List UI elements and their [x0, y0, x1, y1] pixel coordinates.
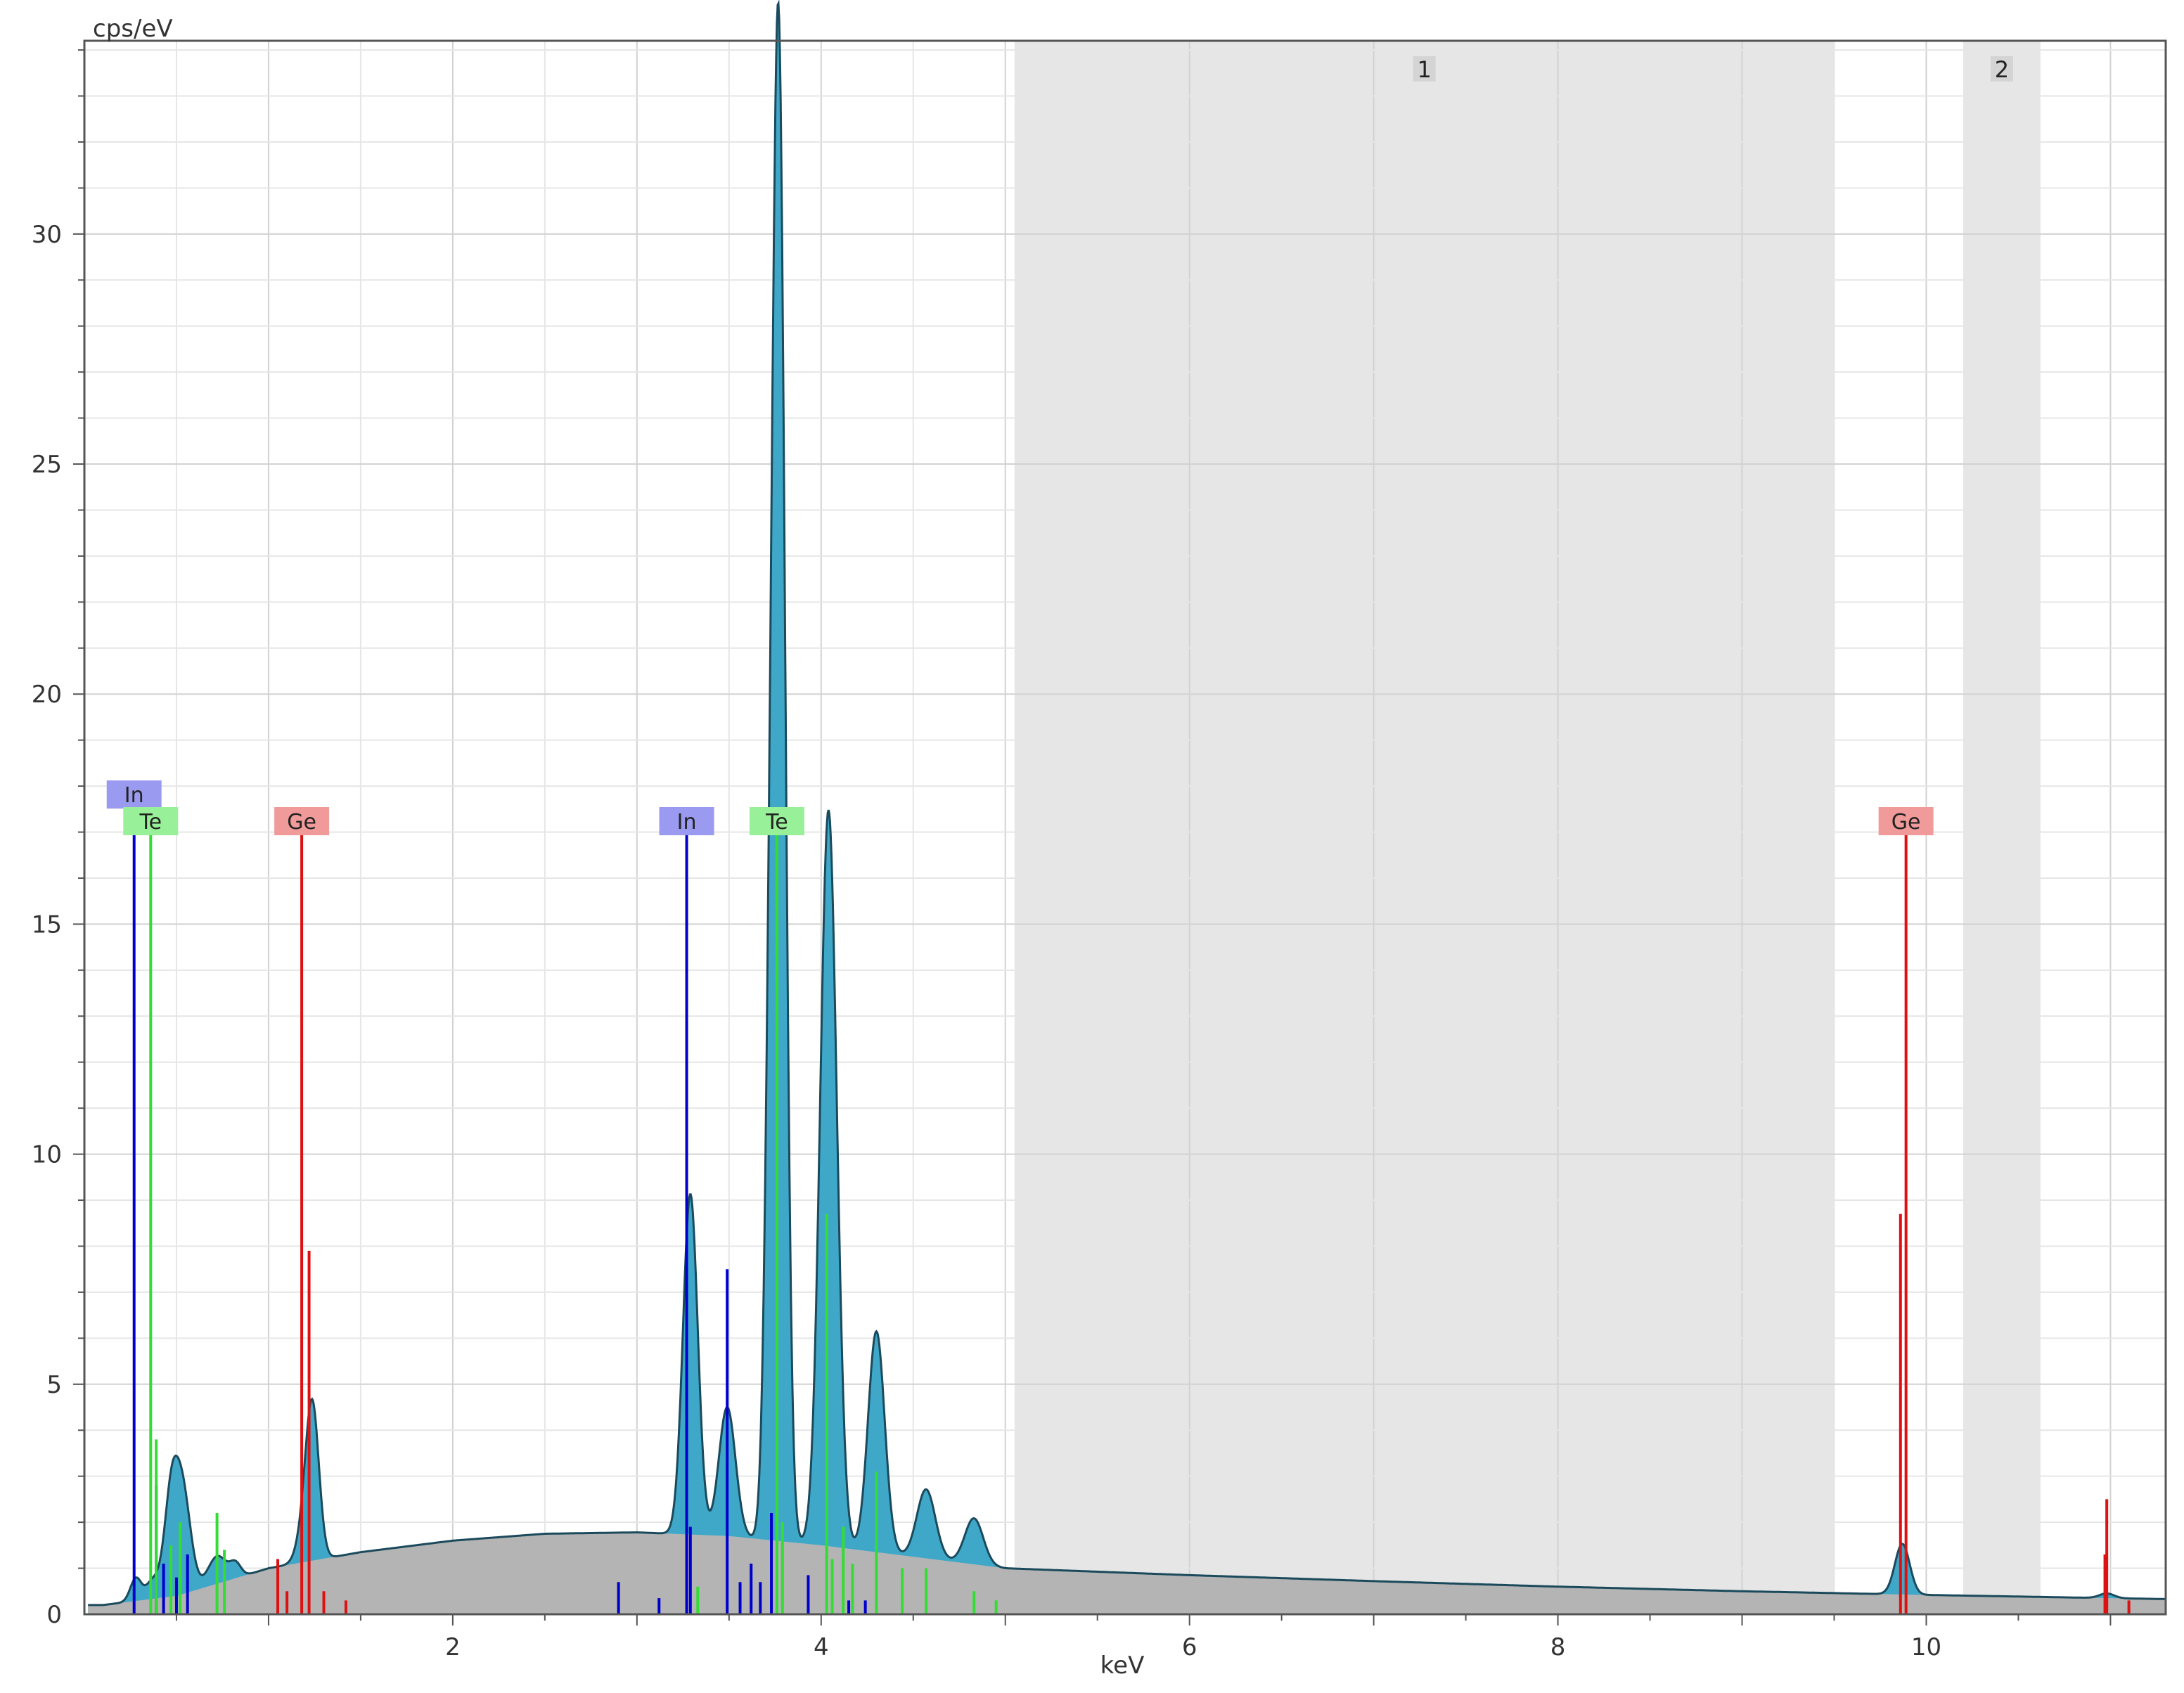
x-tick-label: 2 [445, 1633, 461, 1661]
y-tick-label: 15 [32, 910, 62, 939]
region-2 [1963, 41, 2041, 1614]
x-axis-title: keV [1100, 1652, 1145, 1680]
y-tick-label: 10 [32, 1141, 62, 1169]
te-marker-label: Te [765, 810, 788, 835]
region-label-2: 2 [1995, 56, 2009, 83]
x-tick-label: 8 [1550, 1633, 1566, 1661]
y-axis-title: cps/eV [93, 15, 173, 43]
x-tick-label: 4 [814, 1633, 829, 1661]
te-marker-label: Te [139, 810, 162, 835]
spectrum-plot: 12 InTe Ge In Te Ge 2 4 6 8 10510152025300 cps/e… [32, 0, 2167, 1680]
region-1 [1014, 41, 1835, 1614]
region-label-1: 1 [1417, 56, 1431, 83]
in-marker-label: In [124, 783, 144, 808]
eds-spectrum-chart: 12 In Te Ge In Te Ge 2 4 6 8 10 5 10 15 20 25 30 0 cps/e… [0, 0, 2184, 1693]
y-tick-label: 25 [32, 451, 62, 479]
ge-marker-label: Ge [287, 810, 316, 835]
y-tick-label: 5 [46, 1371, 62, 1399]
in-marker-label: In [677, 810, 697, 835]
ge-marker-label: Ge [1891, 810, 1921, 835]
y-tick-label: 30 [32, 221, 62, 249]
x-tick-label: 10 [1911, 1633, 1941, 1661]
y-tick-label: 20 [32, 681, 62, 709]
y-tick-label-zero: 0 [46, 1601, 62, 1629]
x-tick-label: 6 [1182, 1633, 1197, 1661]
